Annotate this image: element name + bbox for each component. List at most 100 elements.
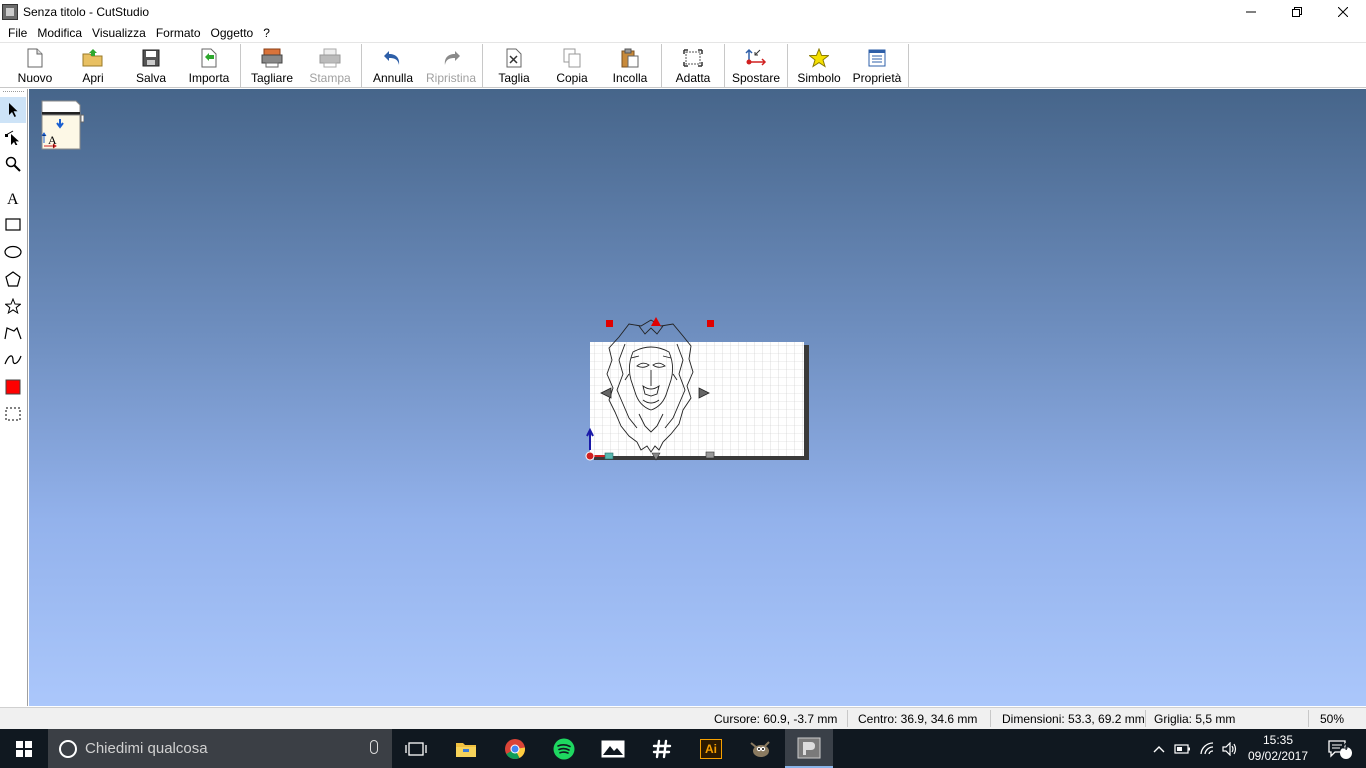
save-label: Salva bbox=[135, 71, 167, 85]
selection-handle-bottom-right[interactable] bbox=[705, 451, 715, 459]
status-grid: Griglia: 5,5 mm bbox=[1154, 712, 1236, 726]
star-tool[interactable] bbox=[0, 293, 26, 319]
open-folder-icon bbox=[82, 49, 103, 67]
status-divider bbox=[1308, 710, 1309, 727]
node-edit-icon bbox=[5, 130, 19, 145]
battery-status[interactable] bbox=[1172, 729, 1194, 768]
cutter-media-icon[interactable]: A bbox=[40, 99, 84, 151]
menu-bar: File Modifica Visualizza Formato Oggetto… bbox=[0, 23, 1366, 43]
curve-tool[interactable] bbox=[0, 347, 26, 373]
import-button[interactable]: Importa bbox=[180, 44, 238, 88]
menu-file[interactable]: File bbox=[3, 23, 32, 43]
paste-button[interactable]: Incolla bbox=[601, 44, 659, 88]
status-dimensions: Dimensioni: 53.3, 69.2 mm bbox=[1002, 712, 1145, 726]
selection-handle-top-center[interactable] bbox=[651, 317, 661, 326]
document-page-area[interactable] bbox=[579, 314, 819, 464]
menu-oggetto[interactable]: Oggetto bbox=[206, 23, 259, 43]
curve-icon bbox=[4, 355, 22, 365]
cut-button[interactable]: Taglia bbox=[485, 44, 543, 88]
show-hidden-icons-button[interactable] bbox=[1150, 729, 1168, 768]
fill-color-swatch-icon bbox=[5, 379, 21, 395]
redo-icon bbox=[444, 51, 460, 65]
fit-to-window-icon bbox=[683, 49, 703, 67]
notification-count: 4 bbox=[1342, 742, 1348, 753]
star-symbol-icon bbox=[809, 48, 829, 68]
clock-date: 09/02/2017 bbox=[1247, 749, 1309, 763]
move-button[interactable]: Spostare bbox=[727, 44, 785, 88]
open-label: Apri bbox=[82, 71, 104, 85]
menu-modifica[interactable]: Modifica bbox=[32, 23, 87, 43]
clock-time: 15:35 bbox=[1262, 733, 1294, 747]
polyline-tool[interactable] bbox=[0, 320, 26, 346]
cut-plot-button[interactable]: Tagliare bbox=[243, 44, 301, 88]
window-title: Senza titolo - CutStudio bbox=[23, 4, 150, 19]
status-cursor: Cursore: 60.9, -3.7 mm bbox=[714, 712, 838, 726]
network-status[interactable] bbox=[1197, 729, 1219, 768]
cortana-search-box[interactable]: Chiedimi qualcosa bbox=[48, 729, 392, 768]
menu-formato[interactable]: Formato bbox=[151, 23, 206, 43]
move-origin-icon bbox=[745, 48, 767, 66]
ellipse-tool[interactable] bbox=[0, 239, 26, 265]
cutstudio-app-icon[interactable] bbox=[2, 3, 18, 20]
microphone-icon[interactable] bbox=[370, 740, 378, 754]
save-button[interactable]: Salva bbox=[122, 44, 180, 88]
new-button[interactable]: Nuovo bbox=[6, 44, 64, 88]
symbol-button[interactable]: Simbolo bbox=[790, 44, 848, 88]
menu-help[interactable]: ? bbox=[258, 23, 275, 43]
start-button[interactable] bbox=[0, 729, 48, 768]
save-disk-icon bbox=[142, 49, 160, 67]
open-button[interactable]: Apri bbox=[64, 44, 122, 88]
text-tool[interactable]: A bbox=[0, 185, 26, 211]
selection-handle-top-right[interactable] bbox=[707, 320, 714, 327]
file-explorer-button[interactable] bbox=[442, 729, 490, 768]
undo-button[interactable]: Annulla bbox=[364, 44, 422, 88]
properties-button[interactable]: Proprietà bbox=[848, 44, 906, 88]
taskbar-clock[interactable]: 15:35 09/02/2017 bbox=[1240, 732, 1316, 764]
volume-control[interactable] bbox=[1220, 729, 1242, 768]
fill-color-tool[interactable] bbox=[0, 374, 26, 400]
redo-button[interactable]: Ripristina bbox=[422, 44, 480, 88]
copy-icon bbox=[563, 48, 581, 68]
star-icon bbox=[5, 298, 21, 314]
illustrator-button[interactable]: Ai bbox=[687, 729, 735, 768]
symbol-label: Simbolo bbox=[797, 71, 841, 85]
selection-handle-top-left[interactable] bbox=[606, 320, 613, 327]
origin-cutter-marker bbox=[604, 452, 614, 460]
slack-hash-icon bbox=[652, 739, 672, 758]
action-center-button[interactable]: 4 bbox=[1320, 729, 1360, 768]
task-view-button[interactable] bbox=[392, 729, 440, 768]
fit-button[interactable]: Adatta bbox=[664, 44, 722, 88]
restore-button[interactable] bbox=[1274, 0, 1320, 23]
polygon-tool[interactable] bbox=[0, 266, 26, 292]
spotify-button[interactable] bbox=[540, 729, 588, 768]
select-arrow-icon bbox=[9, 103, 18, 117]
copy-button[interactable]: Copia bbox=[543, 44, 601, 88]
print-button[interactable]: Stampa bbox=[301, 44, 359, 88]
speaker-icon bbox=[1222, 741, 1237, 756]
gimp-button[interactable] bbox=[736, 729, 784, 768]
gimp-icon bbox=[750, 740, 770, 757]
zoom-tool[interactable] bbox=[0, 151, 26, 177]
rectangle-tool[interactable] bbox=[0, 212, 26, 238]
properties-label: Proprietà bbox=[852, 71, 902, 85]
close-icon bbox=[1338, 6, 1348, 17]
restore-icon bbox=[1292, 6, 1302, 17]
drawing-canvas[interactable]: A bbox=[29, 89, 1366, 706]
marquee-tool[interactable] bbox=[0, 401, 26, 427]
new-label: Nuovo bbox=[17, 71, 53, 85]
undo-icon bbox=[384, 51, 400, 65]
select-tool[interactable] bbox=[0, 97, 26, 123]
ellipse-icon bbox=[4, 245, 22, 259]
import-label: Importa bbox=[188, 71, 230, 85]
slack-button[interactable] bbox=[638, 729, 686, 768]
chrome-button[interactable] bbox=[491, 729, 539, 768]
cutstudio-taskbar-button[interactable] bbox=[785, 729, 833, 768]
origin-point[interactable] bbox=[585, 451, 595, 461]
minimize-button[interactable] bbox=[1228, 0, 1274, 23]
menu-visualizza[interactable]: Visualizza bbox=[87, 23, 151, 43]
status-divider bbox=[990, 710, 991, 727]
palette-grip[interactable] bbox=[3, 91, 24, 95]
close-button[interactable] bbox=[1320, 0, 1366, 23]
node-edit-tool[interactable] bbox=[0, 124, 26, 150]
photos-button[interactable] bbox=[589, 729, 637, 768]
